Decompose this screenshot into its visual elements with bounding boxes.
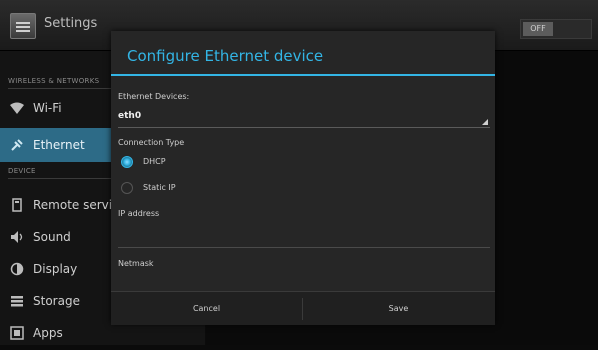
sidebar-item-label: Display bbox=[33, 262, 78, 276]
save-button[interactable]: Save bbox=[303, 292, 494, 325]
sidebar-item-label: Apps bbox=[33, 326, 63, 340]
dialog-button-bar: Cancel Save bbox=[111, 291, 495, 325]
dhcp-option[interactable]: DHCP bbox=[121, 154, 321, 172]
ethernet-icon bbox=[10, 138, 24, 152]
static-ip-option[interactable]: Static IP bbox=[121, 180, 321, 198]
connection-type-label: Connection Type bbox=[118, 138, 185, 147]
sidebar-item-label: Wi-Fi bbox=[33, 101, 62, 115]
storage-icon bbox=[10, 294, 24, 308]
title-divider bbox=[111, 74, 495, 76]
ethernet-toggle[interactable]: OFF bbox=[520, 19, 592, 39]
radio-checked-icon[interactable] bbox=[121, 156, 133, 168]
dialog-title: Configure Ethernet device bbox=[127, 47, 324, 65]
cancel-button[interactable]: Cancel bbox=[111, 292, 302, 325]
ip-address-label: IP address bbox=[118, 209, 160, 218]
dropdown-arrow-icon bbox=[482, 119, 488, 125]
sidebar-item-label: Storage bbox=[33, 294, 80, 308]
netmask-label: Netmask bbox=[118, 259, 154, 268]
apps-icon bbox=[10, 326, 24, 340]
sidebar-item-label: Ethernet bbox=[33, 138, 85, 152]
remote-icon bbox=[10, 198, 24, 212]
display-icon bbox=[10, 262, 24, 276]
wifi-icon bbox=[10, 101, 24, 115]
dhcp-label: DHCP bbox=[143, 157, 166, 166]
toggle-off-label: OFF bbox=[523, 22, 553, 36]
sidebar-item-label: Remote servi bbox=[33, 198, 113, 212]
sidebar-item-label: Sound bbox=[33, 230, 71, 244]
ethernet-device-value: eth0 bbox=[118, 111, 142, 121]
configure-ethernet-dialog: Configure Ethernet device Ethernet Devic… bbox=[111, 31, 495, 325]
static-ip-label: Static IP bbox=[143, 183, 176, 192]
radio-unchecked-icon[interactable] bbox=[121, 182, 133, 194]
sound-icon bbox=[10, 230, 24, 244]
ethernet-devices-label: Ethernet Devices: bbox=[118, 92, 190, 101]
netmask-input[interactable] bbox=[118, 269, 490, 287]
ethernet-device-spinner[interactable]: eth0 bbox=[118, 105, 490, 128]
app-title: Settings bbox=[44, 16, 98, 31]
ip-address-input[interactable] bbox=[118, 229, 490, 248]
settings-icon[interactable] bbox=[10, 13, 36, 39]
